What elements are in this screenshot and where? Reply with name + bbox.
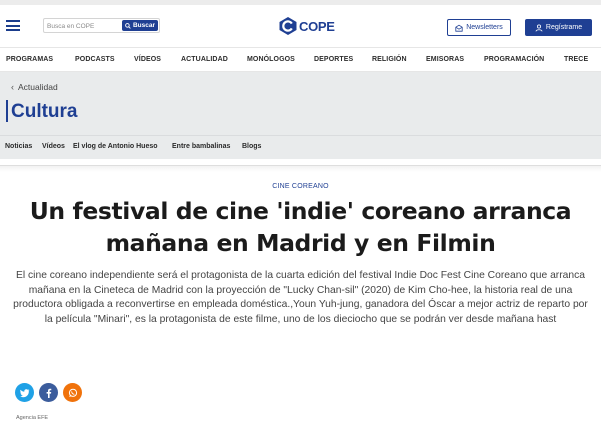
nav-item-deportes[interactable]: DEPORTES xyxy=(314,56,353,63)
whatsapp-share-button[interactable] xyxy=(63,383,82,402)
divider-shadow xyxy=(0,166,601,172)
nav-item-podcasts[interactable]: PODCASTS xyxy=(75,56,115,63)
twitter-icon xyxy=(19,388,29,397)
subnav-item-bambalinas[interactable]: Entre bambalinas xyxy=(172,143,230,150)
register-label: Regístrame xyxy=(545,24,583,31)
nav-item-emisoras[interactable]: EMISORAS xyxy=(426,56,464,63)
search-input[interactable] xyxy=(47,20,121,32)
facebook-share-button[interactable] xyxy=(39,383,58,402)
whatsapp-icon xyxy=(68,388,77,397)
cope-logo-icon xyxy=(279,17,297,35)
article-headline: Un festival de cine 'indie' coreano arra… xyxy=(29,197,572,257)
facebook-icon xyxy=(46,388,51,398)
cope-logo[interactable]: COPE xyxy=(278,15,335,37)
chevron-left-icon: ‹ xyxy=(11,82,14,92)
nav-item-trece[interactable]: TRECE xyxy=(564,56,588,63)
user-icon xyxy=(535,24,543,32)
main-nav: PROGRAMAS PODCASTS VÍDEOS ACTUALIDAD MON… xyxy=(0,47,601,72)
subnav-item-videos[interactable]: Vídeos xyxy=(42,143,65,150)
newsletters-label: Newsletters xyxy=(466,24,503,31)
nav-item-monologos[interactable]: MONÓLOGOS xyxy=(247,56,295,63)
subnav-item-vlog[interactable]: El vlog de Antonio Hueso xyxy=(73,143,158,150)
subnav-item-noticias[interactable]: Noticias xyxy=(5,143,32,150)
nav-item-religion[interactable]: RELIGIÓN xyxy=(372,56,407,63)
article-agency: Agencia EFE xyxy=(16,415,49,421)
section-header: ‹ Actualidad Cultura xyxy=(0,72,601,135)
section-accent-bar xyxy=(6,100,8,122)
newsletter-icon xyxy=(455,24,463,32)
twitter-share-button[interactable] xyxy=(15,383,34,402)
section-subnav: Noticias Vídeos El vlog de Antonio Hueso… xyxy=(0,135,601,159)
share-bar xyxy=(15,383,82,402)
subnav-item-blogs[interactable]: Blogs xyxy=(242,143,261,150)
search-box: Buscar xyxy=(43,18,160,33)
article-lead: El cine coreano independiente será el pr… xyxy=(13,270,588,325)
register-button[interactable]: Regístrame xyxy=(525,19,592,36)
back-link[interactable]: ‹ Actualidad xyxy=(11,82,58,92)
search-button[interactable]: Buscar xyxy=(122,20,158,31)
back-link-label: Actualidad xyxy=(18,82,58,92)
article-kicker[interactable]: CINE COREANO xyxy=(0,183,601,190)
section-title: Cultura xyxy=(11,101,78,122)
newsletters-button[interactable]: Newsletters xyxy=(447,19,511,36)
site-header: Buscar COPE Newsletters Regístrame xyxy=(0,5,601,47)
nav-item-actualidad[interactable]: ACTUALIDAD xyxy=(181,56,228,63)
logo-text: COPE xyxy=(299,18,335,34)
menu-icon[interactable] xyxy=(6,20,20,31)
nav-item-videos[interactable]: VÍDEOS xyxy=(134,56,161,63)
nav-item-programacion[interactable]: PROGRAMACIÓN xyxy=(484,56,544,63)
search-icon xyxy=(125,22,131,29)
search-button-label: Buscar xyxy=(132,22,156,29)
nav-item-programas[interactable]: PROGRAMAS xyxy=(6,56,53,63)
